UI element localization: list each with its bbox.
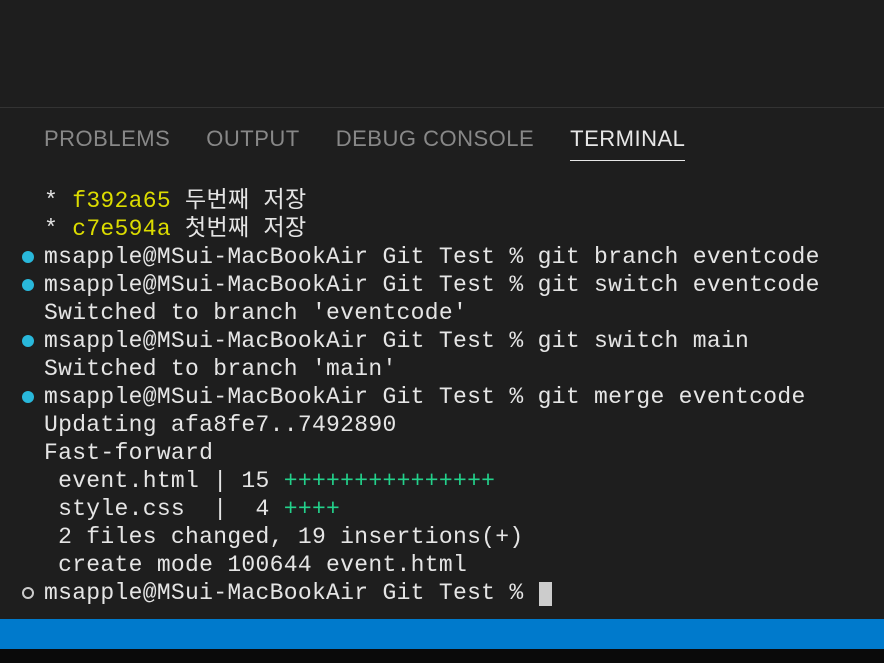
terminal-line: msapple@MSui-MacBookAir Git Test % git b…	[44, 243, 884, 271]
tab-terminal[interactable]: TERMINAL	[570, 126, 685, 161]
terminal-line: Updating afa8fe7..7492890	[44, 411, 884, 439]
bottom-panel: PROBLEMS OUTPUT DEBUG CONSOLE TERMINAL *…	[0, 108, 884, 619]
terminal-line: Fast-forward	[44, 439, 884, 467]
window-border	[0, 649, 884, 663]
prompt-indicator-icon	[22, 587, 34, 599]
terminal-line: style.css | 4 ++++	[44, 495, 884, 523]
prompt-indicator-icon	[22, 251, 34, 263]
tab-debug-console[interactable]: DEBUG CONSOLE	[336, 126, 534, 161]
commit-hash: f392a65	[72, 188, 171, 214]
diff-additions: ++++	[284, 496, 340, 522]
panel-tabs: PROBLEMS OUTPUT DEBUG CONSOLE TERMINAL	[0, 108, 884, 173]
prompt-indicator-icon	[22, 335, 34, 347]
git-log-line: * c7e594a 첫번째 저장	[44, 215, 884, 243]
editor-area	[0, 0, 884, 108]
diff-additions: +++++++++++++++	[284, 468, 496, 494]
prompt-indicator-icon	[22, 391, 34, 403]
terminal-prompt[interactable]: msapple@MSui-MacBookAir Git Test %	[44, 579, 884, 607]
terminal-line: create mode 100644 event.html	[44, 551, 884, 579]
tab-output[interactable]: OUTPUT	[206, 126, 299, 161]
terminal-line: event.html | 15 +++++++++++++++	[44, 467, 884, 495]
cursor-icon	[539, 582, 552, 606]
prompt-indicator-icon	[22, 279, 34, 291]
git-log-line: * f392a65 두번째 저장	[44, 187, 884, 215]
tab-problems[interactable]: PROBLEMS	[44, 126, 170, 161]
terminal-line: Switched to branch 'eventcode'	[44, 299, 884, 327]
terminal-line: 2 files changed, 19 insertions(+)	[44, 523, 884, 551]
terminal-output[interactable]: * f392a65 두번째 저장 * c7e594a 첫번째 저장 msappl…	[0, 173, 884, 619]
terminal-line: msapple@MSui-MacBookAir Git Test % git s…	[44, 327, 884, 355]
terminal-line: msapple@MSui-MacBookAir Git Test % git s…	[44, 271, 884, 299]
terminal-line: Switched to branch 'main'	[44, 355, 884, 383]
status-bar[interactable]	[0, 619, 884, 649]
terminal-line: msapple@MSui-MacBookAir Git Test % git m…	[44, 383, 884, 411]
commit-hash: c7e594a	[72, 216, 171, 242]
